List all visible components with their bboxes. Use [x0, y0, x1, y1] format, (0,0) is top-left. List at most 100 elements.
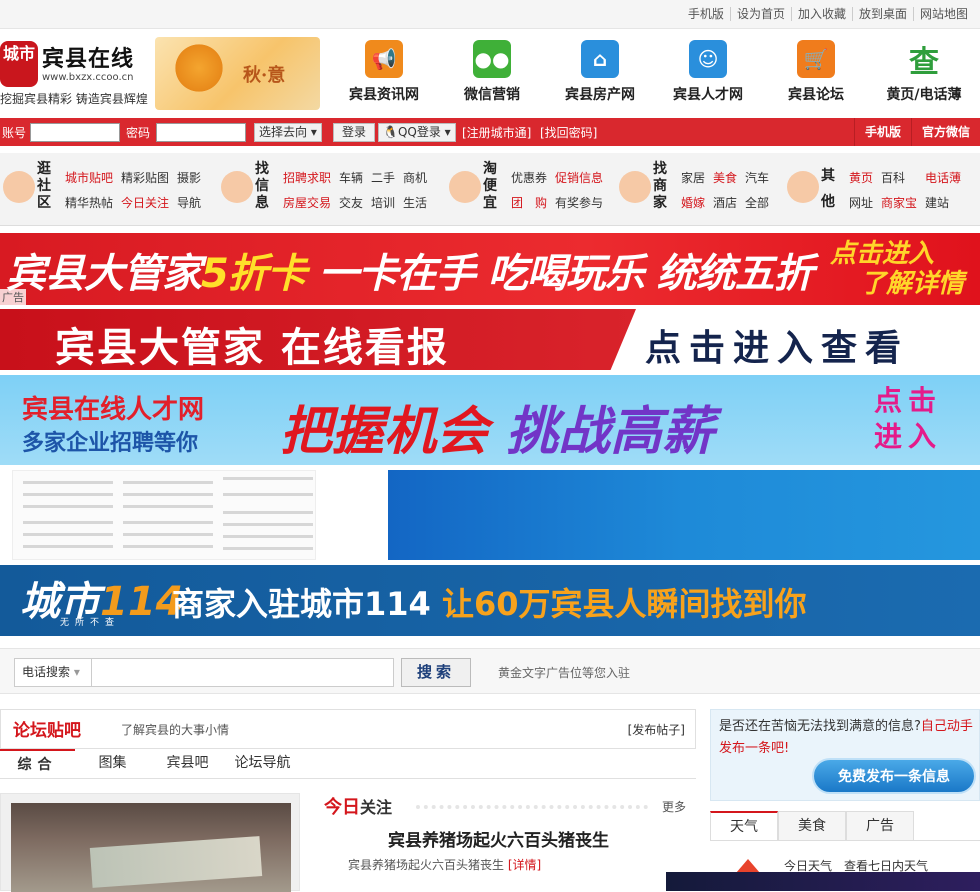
official-wechat-link[interactable]: 官方微信 — [910, 118, 980, 146]
headline-link[interactable]: 宾县养猪场起火六百头猪丧生 — [388, 826, 609, 851]
category-link[interactable]: 电话薄 — [925, 166, 961, 191]
b3-cta-line1: 点击 — [873, 384, 942, 417]
site-logo[interactable]: 城市 宾县在线 www.bxzx.ccoo.cn 挖掘宾县精彩 铸造宾县辉煌 — [0, 39, 160, 109]
logo-url: www.bxzx.ccoo.cn — [42, 72, 134, 83]
b1-accent: 5折卡 — [201, 251, 307, 297]
nav-house[interactable]: ⌂ 宾县房产网 — [546, 37, 654, 109]
nav-label: 黄页/电话薄 — [886, 87, 962, 103]
category-link[interactable]: 精华热帖 — [65, 191, 113, 216]
category-link[interactable]: 生活 — [403, 191, 427, 216]
category-link[interactable]: 酒店 — [713, 191, 737, 216]
category-link[interactable]: 车辆 — [339, 166, 363, 191]
tab-general[interactable]: 综合 — [0, 749, 75, 778]
newspaper-banner[interactable]: 宾县大管家 在线看报 点击进入查看 — [0, 309, 980, 370]
category-link[interactable]: 汽车 — [745, 166, 769, 191]
search-hint[interactable]: 黄金文字广告位等您入驻 — [498, 664, 630, 681]
today-title-2: 关注 — [360, 798, 393, 817]
category-link[interactable]: 商机 — [403, 166, 427, 191]
qq-login-button[interactable]: 🐧QQ登录 ▾ — [378, 122, 456, 142]
category-link[interactable]: 二手 — [371, 166, 395, 191]
category-link[interactable]: 有奖参与 — [555, 191, 603, 216]
b5-text-2: 让60万宾县人瞬间找到你 — [441, 585, 807, 623]
category-link[interactable]: 婚嫁 — [681, 191, 705, 216]
password-input[interactable] — [156, 122, 246, 142]
publish-box: 是否还在苦恼无法找到满意的信息?自己动手发布一条吧! 免费发布一条信息 — [710, 709, 980, 801]
login-button[interactable]: 登录 — [333, 122, 376, 142]
b1-cta-line2: 了解详情 — [859, 269, 964, 299]
mobile-link[interactable]: 手机版 — [682, 7, 730, 21]
category-link[interactable]: 家居 — [681, 166, 705, 191]
today-weather-label: 今日天气 — [784, 859, 833, 873]
category-link[interactable]: 商家宝 — [881, 191, 917, 216]
search-input[interactable] — [91, 658, 394, 687]
category-title: 逛社区 — [37, 161, 51, 211]
cup-icon — [221, 171, 253, 203]
chat-bubble-icon — [3, 171, 35, 203]
login-bar: 账号 密码 选择去向 ▾ 登录 🐧QQ登录 ▾ [注册城市通] [找回密码] 手… — [0, 118, 980, 146]
category-link[interactable]: 黄页 — [849, 166, 873, 191]
jobs-banner[interactable]: 宾县在线人才网 多家企业招聘等你 把握机会 挑战高薪 点击 进入 — [0, 375, 980, 465]
post-thread-link[interactable]: [发布帖子] — [628, 721, 685, 738]
category-link[interactable]: 城市贴吧 — [65, 166, 113, 191]
category-link[interactable]: 房屋交易 — [283, 191, 331, 216]
discount-card-banner[interactable]: 宾县大管家5折卡 一卡在手 吃喝玩乐 统统五折 点击进入 了解详情 广告 — [0, 233, 980, 305]
shopping-cart-icon — [449, 171, 481, 203]
category-title: 找信息 — [255, 161, 269, 211]
set-homepage-link[interactable]: 设为首页 — [729, 7, 791, 21]
featured-photo[interactable] — [0, 793, 300, 892]
category-link[interactable]: 今日关注 — [121, 191, 169, 216]
account-label: 账号 — [2, 125, 27, 140]
register-link[interactable]: [注册城市通] — [462, 124, 531, 141]
nav-jobs[interactable]: ☺ 宾县人才网 — [654, 37, 762, 109]
nav-forum[interactable]: 🛒 宾县论坛 — [762, 37, 870, 109]
category-link[interactable]: 美食 — [713, 166, 737, 191]
today-title-1: 今日 — [324, 797, 360, 818]
screenshot-banner[interactable] — [0, 468, 980, 560]
category-link[interactable]: 促销信息 — [555, 166, 603, 191]
seven-day-link[interactable]: 查看七日内天气 — [844, 859, 928, 873]
free-publish-button[interactable]: 免费发布一条信息 — [812, 758, 976, 794]
goto-select[interactable]: 选择去向 ▾ — [254, 122, 322, 142]
sitemap-link[interactable]: 网站地图 — [912, 7, 974, 21]
category-title: 其他 — [821, 168, 835, 210]
category-link[interactable]: 招聘求职 — [283, 166, 331, 191]
b5-text-1: 商家入驻城市114 — [172, 585, 431, 623]
nav-label: 宾县房产网 — [565, 87, 635, 103]
forgot-password-link[interactable]: [找回密码] — [540, 124, 597, 141]
tab-food[interactable]: 美食 — [778, 811, 846, 840]
mobile-version-link[interactable]: 手机版 — [853, 118, 911, 146]
category-link[interactable]: 团 购 — [511, 191, 547, 216]
category-link[interactable]: 交友 — [339, 191, 363, 216]
nav-yellowpages[interactable]: 查黄页/电话薄 — [870, 37, 978, 109]
category-link[interactable]: 建站 — [925, 191, 961, 216]
forum-title[interactable]: 论坛贴吧 — [13, 716, 81, 741]
location-pin-icon — [619, 171, 651, 203]
tab-ad[interactable]: 广告 — [846, 811, 914, 840]
category-link[interactable]: 摄影 — [177, 166, 201, 191]
tab-binxian-bar[interactable]: 宾县吧 — [150, 749, 225, 778]
nav-news[interactable]: 📢 宾县资讯网 — [330, 37, 438, 109]
detail-link[interactable]: [详情] — [508, 858, 541, 872]
desktop-link[interactable]: 放到桌面 — [851, 7, 913, 21]
more-link[interactable]: 更多 — [662, 798, 686, 815]
password-label: 密码 — [126, 125, 151, 140]
category-link[interactable]: 导航 — [177, 191, 201, 216]
category-link[interactable]: 全部 — [745, 191, 769, 216]
tab-forum-nav[interactable]: 论坛导航 — [225, 749, 300, 778]
b1-main: 宾县大管家 — [6, 251, 202, 297]
category-link[interactable]: 网址 — [849, 191, 873, 216]
search-type-select[interactable]: 电话搜索 ▾ — [14, 658, 92, 687]
search-button[interactable]: 搜索 — [401, 658, 471, 687]
tab-weather[interactable]: 天气 — [710, 811, 778, 840]
add-favorite-link[interactable]: 加入收藏 — [790, 7, 852, 21]
dotted-divider — [416, 805, 648, 809]
nav-wechat[interactable]: ●● 微信营销 — [438, 37, 546, 109]
category-link[interactable]: 优惠券 — [511, 166, 547, 191]
tab-gallery[interactable]: 图集 — [75, 749, 150, 778]
city114-banner[interactable]: 城市114 无所不查 商家入驻城市114 让60万宾县人瞬间找到你 — [0, 565, 980, 636]
category-link[interactable]: 精彩贴图 — [121, 166, 169, 191]
headline-summary: 宾县养猪场起火六百头猪丧生 — [348, 858, 505, 872]
category-link[interactable]: 百科 — [881, 166, 917, 191]
category-link[interactable]: 培训 — [371, 191, 395, 216]
account-input[interactable] — [30, 122, 120, 142]
